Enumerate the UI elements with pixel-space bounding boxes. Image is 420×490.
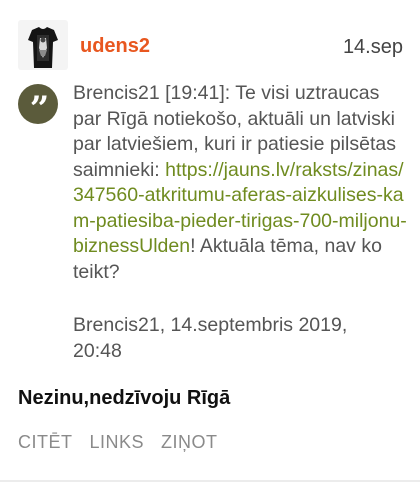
quote-meta-time: 20:48 bbox=[73, 339, 122, 362]
quote-meta: Brencis21, 14.septembris 2019, 20:48 bbox=[73, 313, 407, 364]
links-button[interactable]: LINKS bbox=[90, 431, 145, 453]
quoted-message: Brencis21 [19:41]: Te visi uztraucas par… bbox=[73, 81, 407, 364]
quote-icon: ” bbox=[18, 84, 58, 129]
post-date: 14.sep bbox=[342, 36, 403, 58]
quote-meta-author-date: Brencis21, 14.septembris 2019, bbox=[73, 314, 348, 336]
avatar-image-icon bbox=[18, 20, 68, 70]
quote-button[interactable]: CITĒT bbox=[18, 431, 73, 453]
author-name[interactable]: udens2 bbox=[80, 34, 150, 58]
reply-text: Nezinu,nedzīvoju Rīgā bbox=[18, 387, 231, 409]
post-header: udens2 14.sep bbox=[0, 0, 420, 80]
report-button[interactable]: ZIŅOT bbox=[161, 431, 218, 453]
post-actions: CITĒT LINKS ZIŅOT bbox=[18, 431, 235, 453]
divider bbox=[0, 480, 420, 482]
avatar[interactable] bbox=[18, 20, 68, 70]
